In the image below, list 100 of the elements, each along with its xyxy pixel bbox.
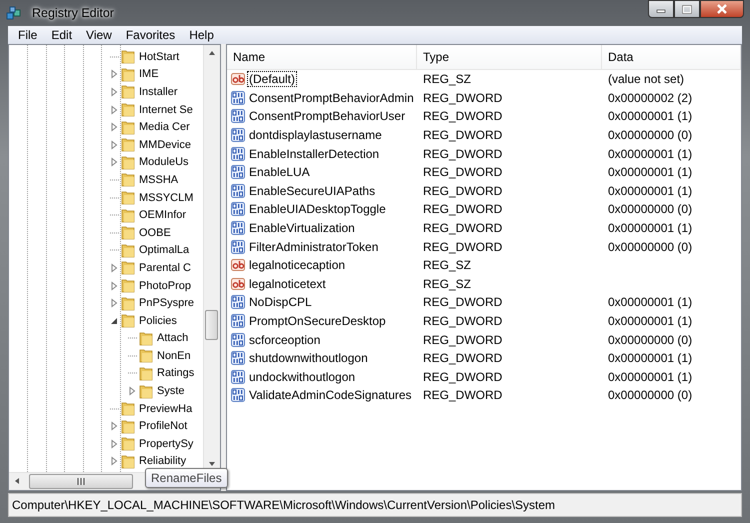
value-name[interactable]: undockwithoutlogon [247,368,358,385]
binary-value-icon [231,128,245,142]
column-header[interactable]: Name [227,45,417,69]
tree-item[interactable]: ProfileNot [138,420,188,432]
menu-item[interactable]: File [12,27,44,43]
status-bar: Computer\HKEY_LOCAL_MACHINE\SOFTWARE\Microsoft\Windows\CurrentVersion\Policies\System [8,493,742,517]
menu-item[interactable]: Help [183,27,220,43]
folder-icon [121,401,135,416]
binary-value-icon [231,388,245,402]
tree-item[interactable]: PnPSyspre [138,297,196,310]
value-name[interactable]: EnableSecureUIAPaths [247,182,378,199]
binary-value-icon [231,146,245,161]
tree-item[interactable]: ModuleUs [138,156,190,168]
value-type: REG_DWORD [422,146,504,161]
value-name[interactable]: ConsentPromptBehaviorAdmin [247,90,416,106]
value-name[interactable]: legalnoticetext [247,276,328,292]
value-type: REG_DWORD [422,184,504,198]
value-name[interactable]: scforceoption [247,332,322,348]
tree-item[interactable]: Reliability [138,455,188,468]
value-name[interactable]: shutdownwithoutlogon [247,350,370,366]
value-name[interactable]: NoDispCPL [247,294,314,310]
folder-icon [121,242,135,258]
value-name[interactable]: PromptOnSecureDesktop [247,313,388,330]
tree-item[interactable]: MSSHA [138,174,180,186]
tree-item[interactable]: Media Cer [138,121,191,134]
menu-item[interactable]: View [80,27,118,43]
value-data: 0x00000002 (2) [607,90,694,105]
folder-icon [121,172,135,188]
tree-item[interactable]: OOBE [138,226,172,239]
value-type: REG_SZ [422,72,472,86]
value-name[interactable]: FilterAdministratorToken [247,238,380,255]
value-name[interactable]: dontdisplaylastusername [247,127,384,144]
expand-arrow-icon[interactable] [109,262,119,273]
expand-arrow-icon[interactable] [109,298,119,308]
folder-icon [121,296,135,311]
tree-item[interactable]: Policies [138,314,178,327]
tree-item[interactable]: OptimalLa [138,244,190,256]
value-data: 0x00000000 (0) [607,202,694,216]
binary-value-icon [231,221,245,236]
scrollbar-thumb[interactable] [205,310,218,340]
folder-icon [121,137,135,152]
close-icon [716,4,728,14]
expand-arrow-icon[interactable] [109,86,119,97]
folder-icon [139,384,153,399]
tree-item[interactable]: Installer [138,86,179,98]
tree-item[interactable]: Syste [156,385,186,398]
expand-arrow-icon[interactable] [109,157,119,168]
tree-item[interactable]: HotStart [138,50,180,63]
column-header[interactable]: Data [602,45,741,69]
binary-value-icon [231,314,245,328]
value-type: REG_DWORD [422,314,504,328]
tree-item[interactable]: IME [138,68,160,80]
menu-item[interactable]: Favorites [120,27,182,43]
expand-arrow-icon[interactable] [109,456,119,466]
value-name[interactable]: ValidateAdminCodeSignatures [247,387,414,404]
value-name[interactable]: EnableVirtualization [247,220,357,236]
value-name[interactable]: ConsentPromptBehaviorUser [247,108,408,124]
tree-item[interactable]: Parental C [138,262,192,274]
expand-arrow-icon[interactable] [127,386,137,396]
scrollbar-thumb[interactable] [29,474,133,489]
tree-item[interactable]: PhotoProp [138,280,192,292]
expand-arrow-icon[interactable] [109,69,119,80]
value-data: 0x00000001 (1) [607,351,694,366]
value-type: REG_SZ [422,258,472,272]
tree-item[interactable]: MMDevice [138,138,192,151]
tree-item[interactable]: Attach [156,332,190,344]
expand-arrow-icon[interactable] [109,122,119,132]
minimize-button[interactable] [648,0,674,18]
value-name[interactable]: EnableLUA [247,164,312,180]
expand-arrow-icon[interactable] [109,421,119,432]
value-name[interactable]: EnableInstallerDetection [247,146,382,162]
value-name[interactable]: (Default) [247,71,298,88]
binary-value-icon [231,351,245,366]
expand-arrow-icon[interactable] [109,104,119,115]
value-type: REG_DWORD [422,370,504,384]
expand-arrow-icon[interactable] [109,140,119,150]
value-name[interactable]: legalnoticecaption [247,257,348,274]
folder-icon [139,348,153,364]
tree-item[interactable]: OEMInfor [138,209,188,222]
close-button[interactable] [700,0,744,18]
menu-item[interactable]: Edit [45,27,78,43]
tree-item[interactable]: MSSYCLM [138,192,194,204]
tree-item[interactable]: PropertySy [138,438,194,450]
tree-item[interactable]: Ratings [156,367,196,380]
value-type: REG_DWORD [422,128,504,142]
maximize-button[interactable] [674,0,700,18]
tree-item[interactable]: PreviewHa [138,402,194,415]
value-name[interactable]: EnableUIADesktopToggle [247,201,388,218]
value-data: 0x00000001 (1) [607,370,694,384]
tree-item[interactable]: NonEn [156,350,192,362]
tooltip: RenameFiles [145,468,228,488]
expand-arrow-icon[interactable] [109,438,119,449]
binary-value-icon [231,184,245,198]
value-type: REG_DWORD [422,165,504,180]
value-data: 0x00000001 (1) [607,184,694,198]
column-header[interactable]: Type [417,45,602,69]
value-data: 0x00000000 (0) [607,128,694,142]
tree-item[interactable]: Internet Se [138,104,194,116]
collapse-arrow-icon[interactable] [109,316,119,326]
expand-arrow-icon[interactable] [109,280,119,291]
